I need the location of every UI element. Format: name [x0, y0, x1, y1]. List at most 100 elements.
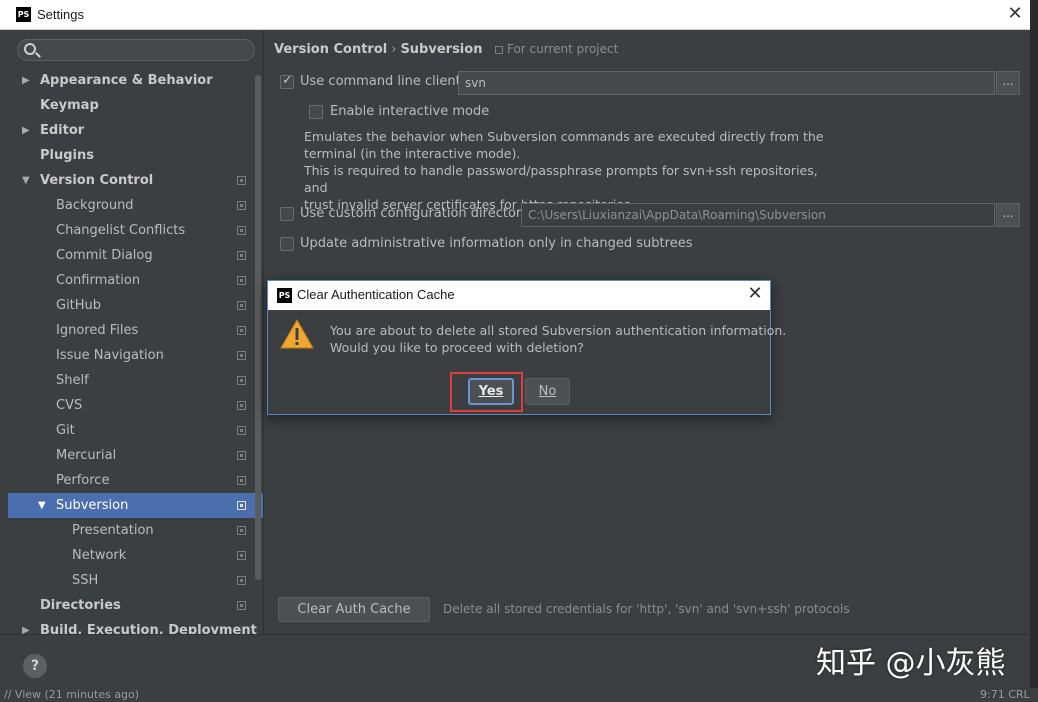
- sidebar-item-shelf[interactable]: Shelf: [8, 368, 263, 393]
- project-level-icon: [237, 301, 246, 310]
- browse-config-button[interactable]: ...: [996, 203, 1020, 227]
- interactive-mode-checkbox[interactable]: [309, 105, 323, 119]
- sidebar-item-label: SSH: [72, 573, 99, 588]
- sidebar-item-keymap[interactable]: Keymap: [8, 93, 263, 118]
- sidebar-item-network[interactable]: Network: [8, 543, 263, 568]
- sidebar-item-editor[interactable]: ▶ Editor: [8, 118, 263, 143]
- settings-window: PS Settings ✕ ▶ Appearance & Behavior Keym…: [0, 0, 1038, 702]
- sidebar-item-label: Subversion: [56, 498, 129, 513]
- sidebar-item-label: Network: [72, 548, 127, 563]
- project-level-icon: [237, 451, 246, 460]
- update-admin-label: Update administrative information only i…: [300, 236, 693, 251]
- sidebar-item-label: Ignored Files: [56, 323, 139, 338]
- status-right: 9:71 CRL: [980, 688, 1030, 701]
- interactive-mode-description: Emulates the behavior when Subversion co…: [304, 128, 824, 213]
- project-level-icon: [237, 551, 246, 560]
- project-level-icon: [237, 401, 246, 410]
- custom-config-label: Use custom configuration directory:: [300, 206, 533, 221]
- sidebar-item-issue-navigation[interactable]: Issue Navigation: [8, 343, 263, 368]
- sidebar-item-label: Changelist Conflicts: [56, 223, 186, 238]
- breadcrumb: Version Control › Subversion For current p…: [274, 42, 618, 57]
- dialog-message: You are about to delete all stored Subve…: [330, 322, 786, 356]
- browse-client-button[interactable]: ...: [996, 71, 1020, 95]
- yes-label: Yes: [478, 384, 504, 399]
- ide-status-bar: // View (21 minutes ago) 9:71 CRL: [0, 688, 1038, 702]
- sidebar-item-background[interactable]: Background: [8, 193, 263, 218]
- custom-config-checkbox[interactable]: [280, 207, 294, 221]
- project-level-icon: [237, 526, 246, 535]
- sidebar-item-perforce[interactable]: Perforce: [8, 468, 263, 493]
- sidebar-item-mercurial[interactable]: Mercurial: [8, 443, 263, 468]
- sidebar-item-label: Confirmation: [56, 273, 141, 288]
- sidebar-item-label: Presentation: [72, 523, 154, 538]
- command-line-client-field[interactable]: svn: [458, 71, 995, 95]
- settings-search-input[interactable]: [17, 39, 255, 61]
- sidebar-item-label: Background: [56, 198, 134, 213]
- sidebar-item-label: Mercurial: [56, 448, 117, 463]
- dialog-titlebar: PS Clear Authentication Cache ✕: [268, 281, 770, 310]
- project-level-icon: [237, 176, 246, 185]
- sidebar-item-label: CVS: [56, 398, 83, 413]
- help-button[interactable]: ?: [23, 654, 47, 678]
- clear-auth-cache-dialog: PS Clear Authentication Cache ✕ You are …: [267, 280, 786, 415]
- sidebar-item-label: Perforce: [56, 473, 110, 488]
- sidebar-item-github[interactable]: GitHub: [8, 293, 263, 318]
- dialog-close-icon[interactable]: ✕: [745, 284, 765, 304]
- description-line: This is required to handle password/pass…: [304, 163, 818, 195]
- description-line: terminal (in the interactive mode).: [304, 146, 521, 161]
- sidebar-item-cvs[interactable]: CVS: [8, 393, 263, 418]
- expanded-arrow-icon[interactable]: ▼: [22, 168, 30, 193]
- expanded-arrow-icon[interactable]: ▼: [38, 493, 46, 518]
- project-level-icon: [237, 476, 246, 485]
- sidebar-item-ssh[interactable]: SSH: [8, 568, 263, 593]
- sidebar-item-label: Directories: [40, 598, 121, 613]
- sidebar-item-git[interactable]: Git: [8, 418, 263, 443]
- sidebar-item-commit-dialog[interactable]: Commit Dialog: [8, 243, 263, 268]
- sidebar-item-subversion[interactable]: ▼ Subversion: [8, 493, 263, 518]
- collapsed-arrow-icon[interactable]: ▶: [22, 68, 30, 93]
- sidebar-item-build-execution-deployment[interactable]: ▶ Build, Execution, Deployment: [8, 618, 263, 634]
- dialog-title: Clear Authentication Cache: [297, 287, 455, 302]
- settings-sidebar: ▶ Appearance & Behavior Keymap ▶ Editor Plugi…: [8, 30, 264, 634]
- window-close-icon[interactable]: ✕: [1005, 4, 1025, 24]
- project-level-icon: [237, 326, 246, 335]
- window-title: Settings: [37, 7, 84, 22]
- sidebar-item-label: Appearance & Behavior: [40, 73, 213, 88]
- interactive-mode-label: Enable interactive mode: [330, 104, 490, 119]
- update-admin-checkbox[interactable]: [280, 237, 294, 251]
- yes-button[interactable]: Yes: [468, 378, 514, 405]
- status-left: // View (21 minutes ago): [4, 688, 140, 701]
- collapsed-arrow-icon[interactable]: ▶: [22, 618, 30, 634]
- breadcrumb-current: Subversion: [400, 42, 483, 57]
- sidebar-item-confirmation[interactable]: Confirmation: [8, 268, 263, 293]
- sidebar-item-label: Shelf: [56, 373, 89, 388]
- sidebar-item-version-control[interactable]: ▼ Version Control: [8, 168, 263, 193]
- use-command-line-client-checkbox[interactable]: [280, 73, 294, 89]
- sidebar-item-label: Keymap: [40, 98, 99, 113]
- app-logo: PS: [16, 7, 31, 22]
- project-scope-label: For current project: [506, 42, 619, 56]
- sidebar-item-label: Git: [56, 423, 75, 438]
- no-button[interactable]: No: [525, 378, 570, 405]
- sidebar-item-changelist-conflicts[interactable]: Changelist Conflicts: [8, 218, 263, 243]
- sidebar-item-plugins[interactable]: Plugins: [8, 143, 263, 168]
- background-editor-strip: [1030, 0, 1038, 702]
- sidebar-item-presentation[interactable]: Presentation: [8, 518, 263, 543]
- collapsed-arrow-icon[interactable]: ▶: [22, 118, 30, 143]
- project-level-icon: [237, 201, 246, 210]
- clear-auth-cache-button[interactable]: Clear Auth Cache: [278, 597, 430, 622]
- sidebar-item-label: Version Control: [40, 173, 154, 188]
- project-level-icon: [237, 226, 246, 235]
- project-icon: [494, 46, 503, 54]
- sidebar-item-label: Plugins: [40, 148, 94, 163]
- sidebar-scrollbar[interactable]: [255, 75, 261, 580]
- sidebar-item-label: Commit Dialog: [56, 248, 153, 263]
- sidebar-item-label: Editor: [40, 123, 85, 138]
- sidebar-item-ignored-files[interactable]: Ignored Files: [8, 318, 263, 343]
- project-level-icon: [237, 501, 246, 510]
- sidebar-item-label: GitHub: [56, 298, 102, 313]
- custom-config-field[interactable]: C:\Users\Liuxianzai\AppData\Roaming\Subv…: [521, 203, 995, 227]
- sidebar-item-appearance-behavior[interactable]: ▶ Appearance & Behavior: [8, 68, 263, 93]
- description-line: Emulates the behavior when Subversion co…: [304, 129, 824, 144]
- sidebar-item-directories[interactable]: Directories: [8, 593, 263, 618]
